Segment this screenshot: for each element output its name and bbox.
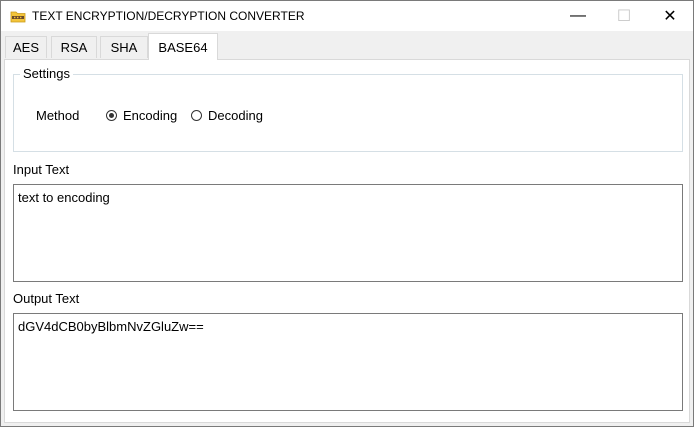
maximize-button[interactable]: ☐ — [601, 1, 647, 31]
input-textarea[interactable]: text to encoding — [13, 184, 683, 282]
folder-key-icon — [10, 8, 26, 24]
decoding-radio-label: Decoding — [208, 108, 263, 123]
output-text-label: Output Text — [13, 291, 80, 306]
tab-panel-base64: Settings Method Encoding Decoding Input … — [4, 59, 690, 423]
settings-group-title: Settings — [20, 66, 73, 81]
method-label: Method — [36, 108, 80, 123]
minimize-button[interactable]: — — [555, 1, 601, 31]
tab-strip: AES RSA SHA BASE64 — [1, 31, 693, 60]
close-button[interactable]: ✕ — [647, 1, 693, 31]
tab-label: AES — [12, 40, 39, 55]
tab-label: RSA — [60, 40, 88, 55]
tab-label: BASE64 — [158, 39, 208, 55]
window-title: TEXT ENCRYPTION/DECRYPTION CONVERTER — [32, 9, 305, 23]
tab-base64[interactable]: BASE64 — [148, 33, 218, 60]
radio-unselected-icon[interactable] — [191, 110, 202, 121]
tab-label: SHA — [110, 40, 138, 55]
tab-sha[interactable]: SHA — [100, 36, 148, 58]
radio-selected-icon[interactable] — [106, 110, 117, 121]
app-window: TEXT ENCRYPTION/DECRYPTION CONVERTER — ☐… — [0, 0, 694, 427]
tab-aes[interactable]: AES — [5, 36, 47, 58]
encoding-radio[interactable]: Encoding — [106, 108, 177, 123]
settings-group: Settings Method Encoding Decoding — [13, 66, 683, 152]
decoding-radio[interactable]: Decoding — [191, 108, 263, 123]
tab-rsa[interactable]: RSA — [51, 36, 97, 58]
encoding-radio-label: Encoding — [123, 108, 178, 123]
input-text-label: Input Text — [13, 162, 70, 177]
output-textarea[interactable]: dGV4dCB0byBlbmNvZGluZw== — [13, 313, 683, 411]
title-bar[interactable]: TEXT ENCRYPTION/DECRYPTION CONVERTER — ☐… — [1, 1, 693, 31]
